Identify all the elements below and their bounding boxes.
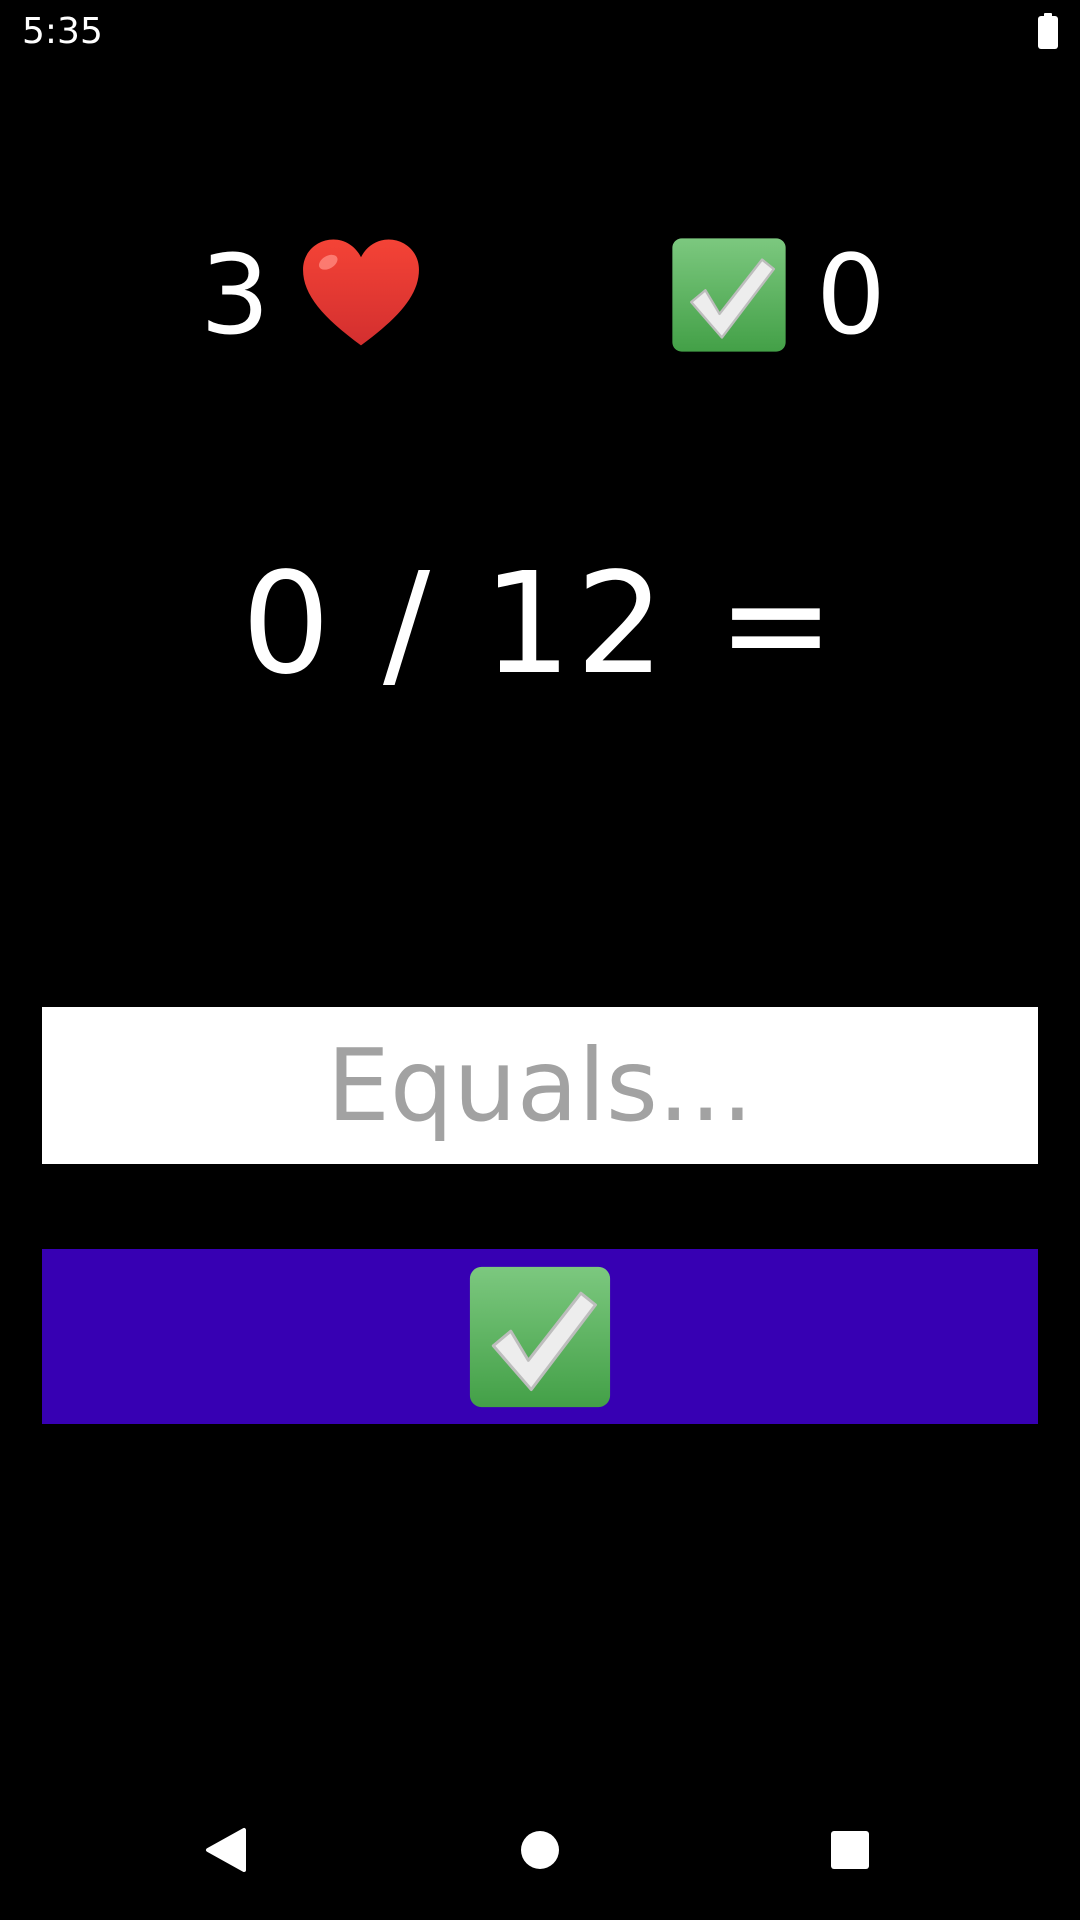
answer-input[interactable]: [42, 1007, 1038, 1164]
nav-home-button[interactable]: [500, 1812, 580, 1892]
correct-count: 0: [816, 231, 886, 359]
status-bar: 5:35: [0, 0, 1080, 64]
nav-recents-button[interactable]: [810, 1812, 890, 1892]
nav-back-button[interactable]: [186, 1812, 266, 1892]
submit-answer-button[interactable]: [42, 1249, 1038, 1424]
status-time: 5:35: [22, 11, 103, 52]
question-equation: 0 / 12 =: [241, 543, 839, 706]
check-mark-button-icon: [467, 1264, 613, 1410]
battery-full-icon: [1036, 13, 1060, 49]
correct-counter: 0: [670, 230, 886, 360]
back-triangle-icon: [204, 1827, 248, 1877]
heart-icon: [298, 232, 424, 358]
home-circle-icon: [520, 1830, 560, 1874]
recents-square-icon: [830, 1830, 870, 1874]
lives-counter: 3: [200, 230, 424, 360]
app-screen: 5:35 3 0 0 / 12 = Equals...: [0, 0, 1080, 1920]
navigation-bar: [0, 1792, 1080, 1920]
lives-count: 3: [200, 231, 270, 359]
check-mark-button-icon: [670, 236, 788, 354]
